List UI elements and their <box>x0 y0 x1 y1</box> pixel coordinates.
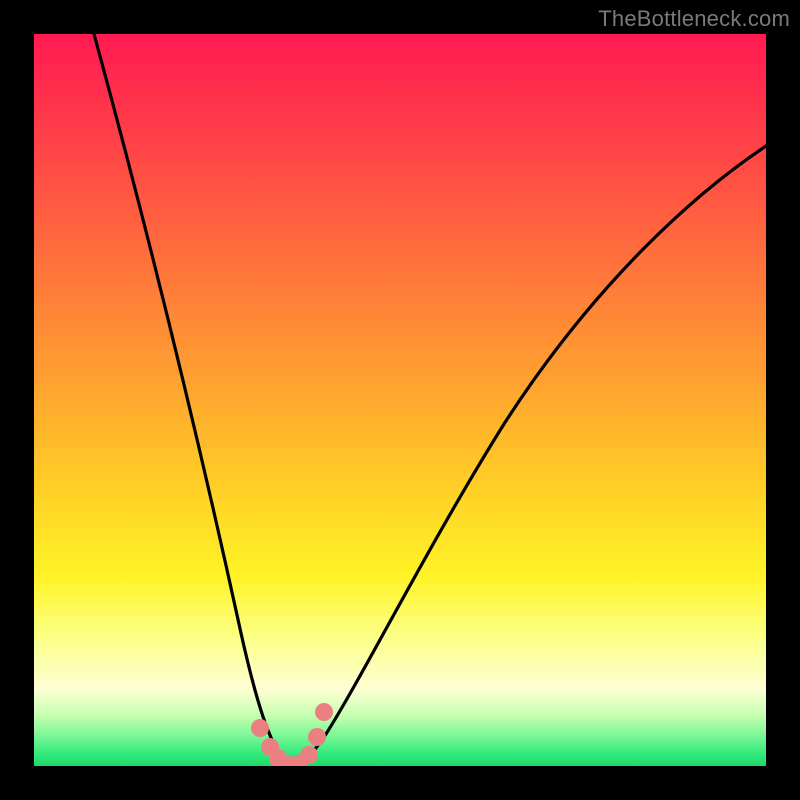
bottleneck-curve <box>34 34 766 766</box>
chart-frame: TheBottleneck.com <box>0 0 800 800</box>
watermark-text: TheBottleneck.com <box>598 6 790 32</box>
plot-area <box>34 34 766 766</box>
curve-path <box>94 34 766 764</box>
